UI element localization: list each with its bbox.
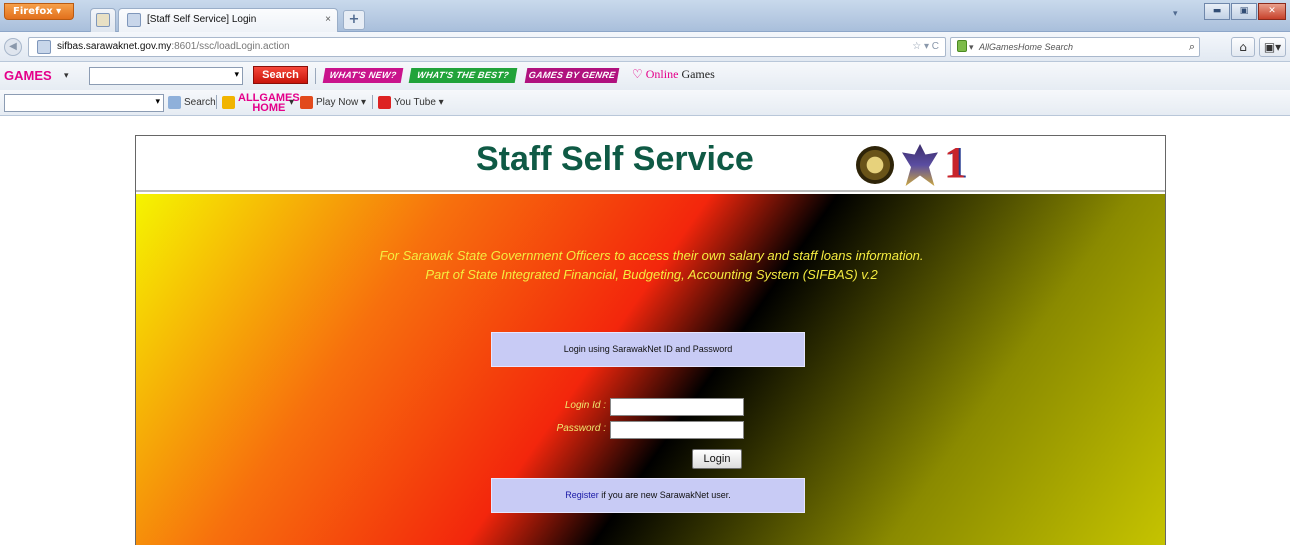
tab-close-icon[interactable]: ×	[325, 9, 331, 31]
pinned-favicon-icon	[96, 13, 110, 27]
list-tabs-icon[interactable]: ▾	[1173, 9, 1178, 19]
url-host: sifbas.sarawaknet.gov.my	[57, 41, 172, 52]
hornbill-crest-icon	[902, 144, 938, 186]
login-id-input[interactable]	[610, 398, 744, 416]
firefox-menu-button[interactable]: Firefox ▾	[4, 3, 74, 20]
games-by-genre-button[interactable]: GAMES BY GENRE	[524, 68, 620, 83]
register-link[interactable]: Register	[565, 490, 599, 500]
login-button[interactable]: Login	[692, 449, 742, 469]
toolbar-divider	[315, 68, 316, 84]
back-icon[interactable]: ◀	[4, 38, 22, 56]
toolbar-divider	[216, 95, 217, 109]
bookmark-star-reload-icon[interactable]: ☆ ▾ C	[912, 38, 939, 56]
magnifier-icon	[168, 95, 181, 109]
browser-title-bar: Firefox ▾ [Staff Self Service] Login × +…	[0, 0, 1290, 32]
one-malaysia-logo: 1	[944, 138, 966, 187]
play-now-button[interactable]: Play Now ▾	[300, 95, 366, 111]
games-logo-dropdown-icon[interactable]: ▾	[64, 71, 69, 81]
page-title: Staff Self Service	[476, 140, 754, 178]
login-id-label: Login Id :	[564, 400, 606, 411]
allgames-search-input[interactable]: ▾	[4, 94, 164, 112]
whats-new-button[interactable]: WHAT'S NEW?	[322, 68, 404, 83]
close-window-icon[interactable]: ✕	[1258, 3, 1286, 20]
pinned-tab[interactable]	[90, 8, 116, 32]
intro-text: For Sarawak State Government Officers to…	[379, 248, 924, 282]
register-text: if you are new SarawakNet user.	[598, 490, 731, 500]
toolbar-divider	[372, 95, 373, 109]
allgames-dropdown-icon[interactable]: ▾	[289, 95, 294, 111]
search-bar[interactable]: ▾ AllGamesHome Search ⌕	[950, 37, 1200, 57]
games-search-button[interactable]: Search	[253, 66, 308, 84]
games-search-input[interactable]: ▾	[89, 67, 243, 85]
whats-best-button[interactable]: WHAT'S THE BEST?	[408, 68, 518, 83]
allgames-toolbar: ▾ Search ALLGAMES HOME ▾ Play Now ▾ You T…	[0, 90, 1290, 116]
login-page: Staff Self Service 1 For Sarawak State G…	[135, 135, 1166, 545]
youtube-button[interactable]: You Tube ▾	[378, 95, 444, 111]
maximize-icon[interactable]: ▣	[1231, 3, 1257, 20]
home-icon[interactable]: ⌂	[1231, 37, 1255, 57]
tab-title: [Staff Self Service] Login	[147, 14, 257, 25]
url-path: :8601/ssc/loadLogin.action	[171, 41, 290, 52]
games-logo[interactable]: GAMES	[4, 68, 52, 83]
games-toolbar: GAMES ▾ ▾ Search WHAT'S NEW? WHAT'S THE …	[0, 62, 1290, 90]
minimize-icon[interactable]: ▬	[1204, 3, 1230, 20]
allgames-search-button[interactable]: Search	[168, 95, 216, 111]
site-identity-icon[interactable]	[37, 40, 51, 54]
new-tab-button[interactable]: +	[343, 10, 365, 30]
search-engine-icon[interactable]	[957, 40, 967, 52]
search-placeholder: AllGamesHome Search	[979, 42, 1074, 52]
chevron-down-icon[interactable]: ▾	[155, 97, 160, 107]
navigation-bar: ◀ sifbas.sarawaknet.gov.my:8601/ssc/load…	[0, 32, 1290, 62]
search-icon[interactable]: ⌕	[1189, 38, 1195, 56]
tab-favicon-icon	[127, 13, 141, 27]
password-input[interactable]	[610, 421, 744, 439]
page-header: Staff Self Service 1	[136, 136, 1165, 192]
allgames-globe-icon	[222, 96, 235, 109]
addon-menu-icon[interactable]: ▣▾	[1259, 37, 1286, 57]
login-heading-box: Login using SarawakNet ID and Password	[491, 332, 805, 367]
youtube-icon	[378, 95, 391, 109]
online-games-link[interactable]: ♡ Online Games	[632, 67, 715, 82]
active-tab[interactable]: [Staff Self Service] Login ×	[118, 8, 338, 32]
register-box: Register if you are new SarawakNet user.	[491, 478, 805, 513]
chevron-down-icon[interactable]: ▾	[234, 70, 239, 80]
state-seal-icon	[856, 146, 894, 184]
chat-bubble-icon: ♡	[632, 67, 646, 81]
login-body: For Sarawak State Government Officers to…	[136, 194, 1165, 545]
password-label: Password :	[556, 423, 606, 434]
url-bar[interactable]: sifbas.sarawaknet.gov.my:8601/ssc/loadLo…	[28, 37, 946, 57]
play-now-icon	[300, 95, 313, 109]
